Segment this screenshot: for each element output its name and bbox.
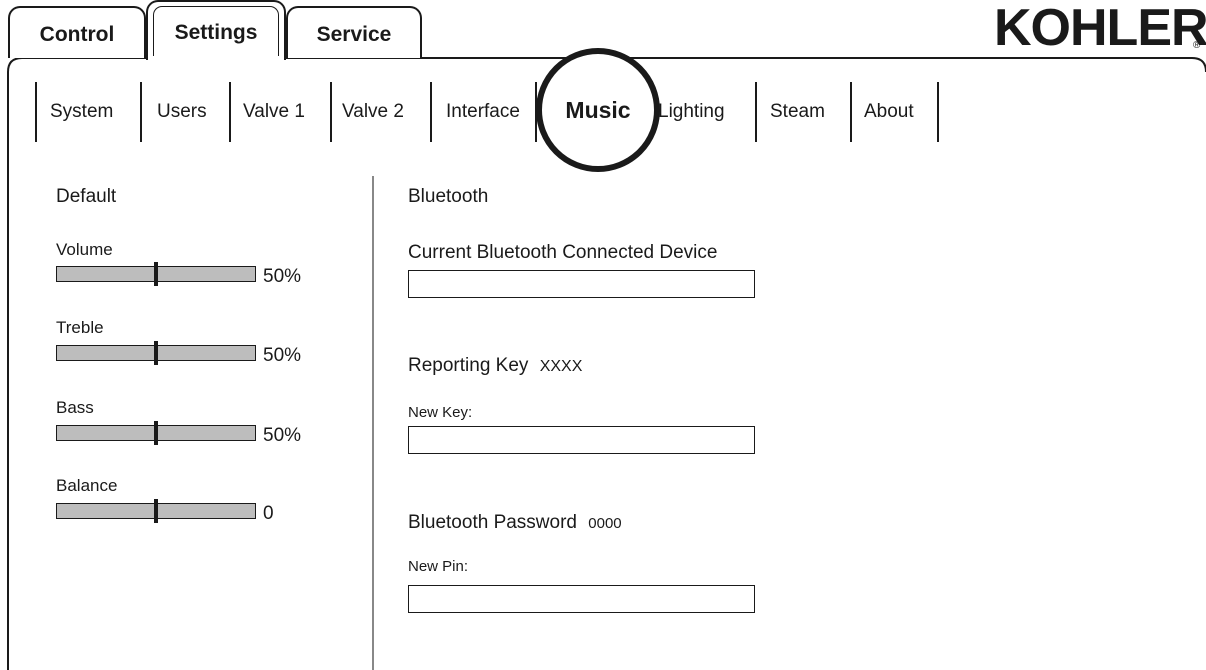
new-key-label: New Key: [408, 404, 473, 421]
connected-device-label: Current Bluetooth Connected Device [408, 242, 718, 263]
subtab-about[interactable]: About [850, 82, 939, 142]
subtab-system-label: System [50, 101, 114, 122]
subtab-system[interactable]: System [35, 82, 140, 142]
balance-label: Balance [56, 476, 118, 495]
tab-settings-label: Settings [174, 21, 258, 44]
tab-service-label: Service [316, 23, 392, 46]
column-divider [372, 176, 374, 670]
new-key-input[interactable] [408, 426, 755, 454]
kohler-logo: KOHLER [994, 0, 1206, 57]
bluetooth-password-row: Bluetooth Password 0000 [408, 512, 622, 534]
reporting-key-row: Reporting Key XXXX [408, 355, 582, 377]
bluetooth-password-value: 0000 [588, 515, 622, 532]
bass-value: 50% [263, 425, 302, 446]
tab-control[interactable]: Control [8, 6, 146, 58]
bluetooth-section-title: Bluetooth [408, 186, 489, 207]
bass-slider[interactable] [56, 421, 256, 445]
subtab-interface-label: Interface [446, 101, 520, 122]
bass-label: Bass [56, 398, 94, 417]
tab-settings[interactable]: Settings [146, 0, 286, 60]
active-tab-gap [148, 56, 284, 61]
default-section-title: Default [56, 186, 117, 207]
settings-subnav: System Users Valve 1 Valve 2 Interface L… [35, 82, 939, 142]
new-pin-label: New Pin: [408, 558, 469, 575]
subtab-lighting-label: Lighting [658, 101, 725, 122]
treble-value: 50% [263, 345, 302, 366]
treble-slider-thumb[interactable] [154, 341, 158, 365]
registered-mark: ® [1193, 40, 1201, 51]
subtab-steam[interactable]: Steam [755, 82, 850, 142]
subtab-valve-2[interactable]: Valve 2 [330, 82, 430, 142]
subtab-lighting[interactable]: Lighting [646, 82, 755, 142]
subtab-steam-label: Steam [770, 101, 825, 122]
balance-slider-thumb[interactable] [154, 499, 158, 523]
new-pin-input[interactable] [408, 585, 755, 613]
subtab-valve-1[interactable]: Valve 1 [229, 82, 330, 142]
volume-slider[interactable] [56, 262, 256, 286]
reporting-key-label: Reporting Key [408, 355, 529, 376]
tab-control-label: Control [39, 23, 115, 46]
subtab-music-highlight[interactable]: Music [536, 48, 660, 172]
subtab-music-label: Music [565, 96, 631, 123]
balance-value: 0 [263, 503, 274, 524]
subtab-users[interactable]: Users [140, 82, 229, 142]
treble-label: Treble [56, 318, 104, 337]
balance-slider[interactable] [56, 499, 256, 523]
volume-value: 50% [263, 266, 302, 287]
tab-service[interactable]: Service [286, 6, 422, 58]
reporting-key-value: XXXX [539, 358, 583, 375]
subtab-about-label: About [864, 101, 914, 122]
subtab-interface[interactable]: Interface [430, 82, 535, 142]
subtab-valve-1-label: Valve 1 [243, 101, 305, 122]
subtab-users-label: Users [157, 101, 207, 122]
volume-label: Volume [56, 240, 113, 259]
volume-slider-thumb[interactable] [154, 262, 158, 286]
treble-slider[interactable] [56, 341, 256, 365]
bass-slider-thumb[interactable] [154, 421, 158, 445]
subtab-valve-2-label: Valve 2 [342, 101, 404, 122]
connected-device-field[interactable] [408, 270, 755, 298]
bluetooth-password-label: Bluetooth Password [408, 512, 577, 533]
